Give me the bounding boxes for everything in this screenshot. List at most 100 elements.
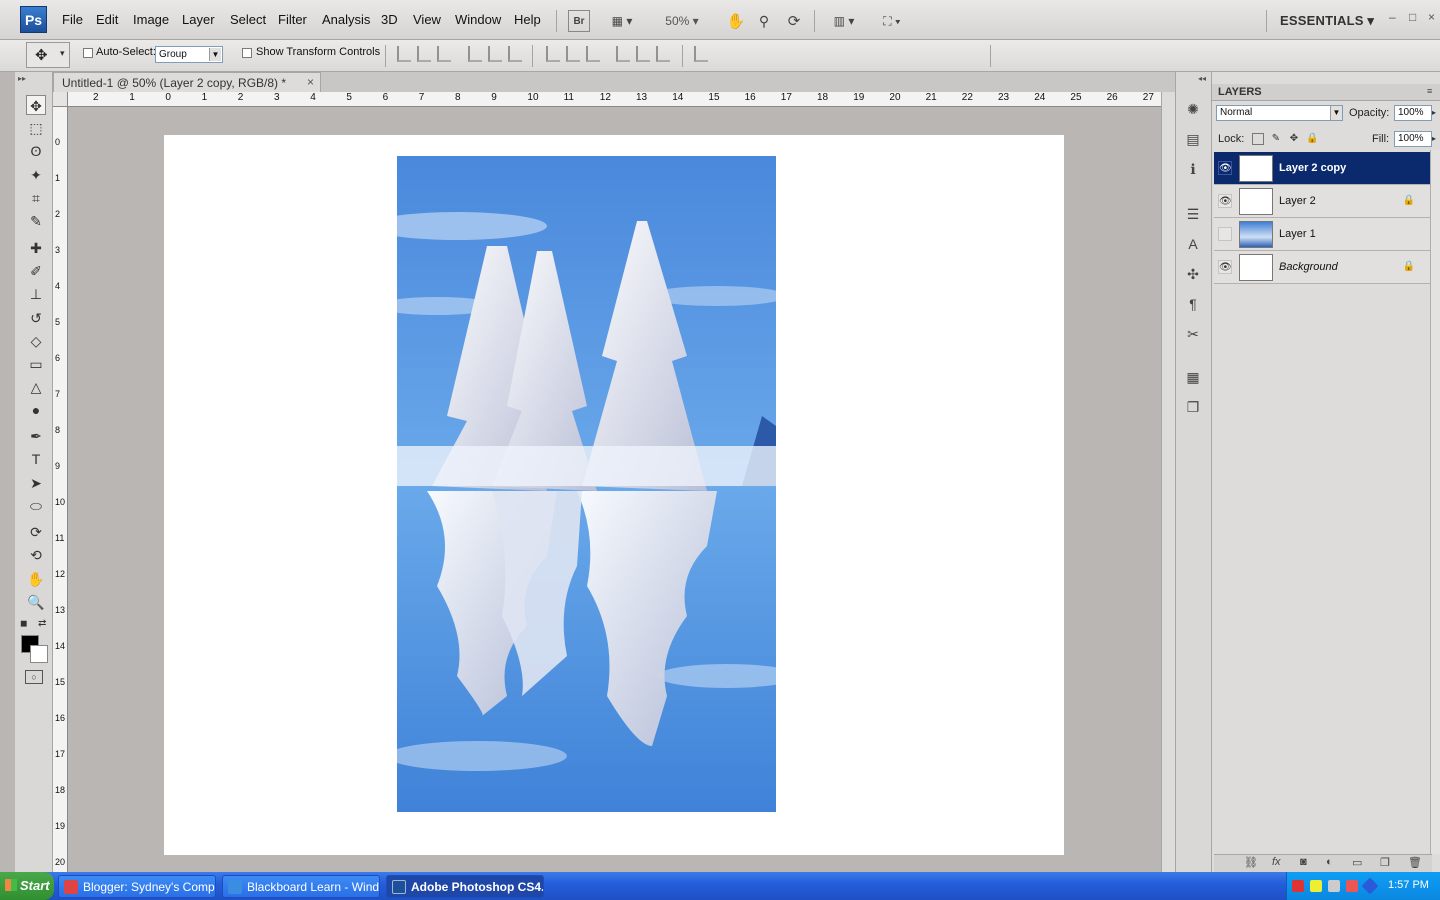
tray-app-icon[interactable] [1292,880,1304,892]
quick-mask-icon[interactable]: ○ [25,670,43,684]
ellipse-tool-icon[interactable]: ⬭ [26,496,46,516]
menu-select[interactable]: Select [230,12,266,27]
auto-select-target-dropdown[interactable]: Group ▼ [155,46,223,63]
3d-rotate-tool-icon[interactable]: ⟳ [26,522,46,542]
close-button[interactable]: × [1428,10,1435,24]
clone-source-icon[interactable]: ❐ [1184,398,1202,416]
align-top-edges-icon[interactable] [397,46,411,62]
blur-tool-icon[interactable]: △ [26,377,46,397]
document-tab[interactable]: Untitled-1 @ 50% (Layer 2 copy, RGB/8) *… [53,72,321,92]
layer-style-icon[interactable]: fx [1272,856,1281,868]
lock-image-pixels-icon[interactable]: ✎ [1270,133,1282,145]
link-layers-icon[interactable]: ⛓ [1244,856,1258,869]
background-color-swatch[interactable] [30,645,48,663]
tray-shield-icon[interactable] [1310,880,1322,892]
eyedropper-tool-icon[interactable]: ✎ [26,211,46,231]
distribute-left-edges-icon[interactable] [616,46,630,62]
zoom-tool-icon[interactable]: 🔍 [26,592,46,612]
auto-align-layers-icon[interactable] [694,46,708,62]
hand-icon[interactable]: ✋ [726,10,746,32]
menu-window[interactable]: Window [455,12,501,27]
fill-arrow-icon[interactable]: ▸ [1432,134,1436,143]
tray-security-icon[interactable] [1346,880,1358,892]
menu-edit[interactable]: Edit [96,12,118,27]
tool-presets-icon[interactable]: ✂ [1184,325,1202,343]
eraser-tool-icon[interactable]: ◇ [26,331,46,351]
history-icon[interactable]: ☰ [1184,205,1202,223]
menu-3d[interactable]: 3D [381,12,398,27]
distribute-bottom-edges-icon[interactable] [586,46,600,62]
opacity-arrow-icon[interactable]: ▸ [1432,108,1436,117]
menu-help[interactable]: Help [514,12,541,27]
menu-layer[interactable]: Layer [182,12,215,27]
vertical-scrollbar[interactable] [1161,92,1175,872]
distribute-top-edges-icon[interactable] [546,46,560,62]
bridge-button[interactable]: Br [568,10,590,32]
lasso-tool-icon[interactable]: ʘ [26,141,46,161]
info-icon[interactable]: ℹ [1184,160,1202,178]
view-extras-button[interactable]: ▦ ▾ [604,10,640,32]
menu-view[interactable]: View [413,12,441,27]
align-left-edges-icon[interactable] [468,46,482,62]
zoom-level-dropdown[interactable]: 50% ▾ [660,10,704,32]
layer-row[interactable]: 👁 Layer 2 copy [1214,152,1430,185]
clone-stamp-tool-icon[interactable]: ⊥ [26,284,46,304]
layer-comps-icon[interactable]: ▦ [1184,368,1202,386]
history-brush-tool-icon[interactable]: ↺ [26,308,46,328]
default-colors-icon[interactable]: ◼ [20,618,27,629]
brush-tool-icon[interactable]: ✐ [26,261,46,281]
start-button[interactable]: Start [0,872,54,900]
distribute-horizontal-centers-icon[interactable] [636,46,650,62]
adjustment-layer-icon[interactable]: ◐ [1326,856,1333,868]
align-right-edges-icon[interactable] [508,46,522,62]
paragraph-icon[interactable]: ¶ [1184,295,1202,313]
visibility-eye-icon[interactable] [1218,227,1232,241]
auto-select-checkbox[interactable] [83,48,93,58]
menu-file[interactable]: File [62,12,83,27]
minimize-button[interactable]: – [1389,10,1396,24]
character-icon[interactable]: A [1184,235,1202,253]
align-horizontal-centers-icon[interactable] [488,46,502,62]
visibility-eye-icon[interactable]: 👁 [1218,194,1232,208]
arrange-documents-button[interactable]: ▥ ▾ [826,10,862,32]
layer-row[interactable]: Layer 1 [1214,218,1430,251]
collapse-dock-icon[interactable]: ◂◂ [1198,74,1206,83]
healing-brush-tool-icon[interactable]: ✚ [26,238,46,258]
dodge-tool-icon[interactable]: ● [26,400,46,420]
new-layer-icon[interactable]: ❐ [1380,856,1390,869]
magic-wand-tool-icon[interactable]: ✦ [26,165,46,185]
panel-menu-icon[interactable]: ≡ [1427,86,1432,96]
pen-tool-icon[interactable]: ✒ [26,426,46,446]
new-group-icon[interactable]: ▭ [1352,856,1362,869]
navigator-icon[interactable]: ✺ [1184,100,1202,118]
taskbar-item-blogger[interactable]: Blogger: Sydney's Comp... [58,875,216,898]
visibility-eye-icon[interactable]: 👁 [1218,260,1232,274]
tray-network-icon[interactable] [1328,880,1340,892]
zoom-icon[interactable]: ⚲ [754,10,774,32]
layers-panel-header[interactable]: LAYERS [1212,84,1440,101]
close-icon[interactable]: × [307,75,314,89]
workspace-switcher[interactable]: ESSENTIALS ▾ [1280,13,1374,29]
rotate-view-icon[interactable]: ⟳ [784,10,804,32]
crop-tool-icon[interactable]: ⌗ [26,188,46,208]
menu-image[interactable]: Image [133,12,169,27]
delete-layer-icon[interactable]: 🗑 [1408,856,1422,869]
visibility-eye-icon[interactable]: 👁 [1218,161,1232,175]
lock-transparent-pixels-icon[interactable] [1252,133,1264,145]
swap-colors-icon[interactable]: ⇄ [38,618,46,629]
menu-analysis[interactable]: Analysis [322,12,370,27]
snowy-trees-reflection-image[interactable] [397,156,776,812]
brushes-icon[interactable]: ✣ [1184,265,1202,283]
layer-row[interactable]: 👁 Layer 2 🔒 [1214,185,1430,218]
show-transform-controls-checkbox[interactable] [242,48,252,58]
path-selection-tool-icon[interactable]: ➤ [26,473,46,493]
ruler-origin[interactable] [53,92,68,107]
taskbar-item-blackboard[interactable]: Blackboard Learn - Wind... [222,875,380,898]
align-vertical-centers-icon[interactable] [417,46,431,62]
taskbar-item-photoshop[interactable]: Adobe Photoshop CS4... [386,875,544,898]
align-bottom-edges-icon[interactable] [437,46,451,62]
histogram-icon[interactable]: ▤ [1184,130,1202,148]
gradient-tool-icon[interactable]: ▭ [26,354,46,374]
blend-mode-dropdown[interactable]: Normal ▼ [1216,105,1343,121]
opacity-input[interactable]: 100% [1394,105,1432,121]
